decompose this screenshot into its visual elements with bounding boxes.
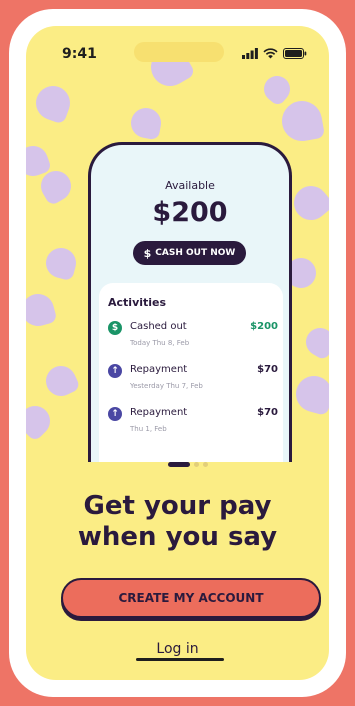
system-icons	[242, 46, 307, 60]
activity-amount: $70	[257, 364, 278, 375]
heart-decoration-icon	[291, 371, 329, 417]
wifi-icon	[263, 44, 278, 63]
heart-decoration-icon	[258, 70, 296, 108]
activity-label: Repayment	[130, 407, 188, 418]
pagination-indicator	[168, 462, 208, 467]
login-link[interactable]: Log in	[26, 641, 329, 657]
cellular-signal-icon	[242, 44, 258, 63]
list-item: ↑ Repayment Yesterday Thu 7, Feb $70	[108, 364, 278, 398]
heart-decoration-icon	[26, 290, 58, 330]
activities-panel: Activities $ Cashed out Today Thu 8, Feb…	[99, 283, 283, 462]
heart-decoration-icon	[300, 322, 329, 362]
heart-decoration-icon	[26, 399, 57, 443]
dollar-icon: $	[108, 321, 122, 335]
headline: Get your pay when you say	[26, 491, 329, 553]
activity-amount: $200	[250, 321, 278, 332]
activity-label: Repayment	[130, 364, 188, 375]
heart-decoration-icon	[278, 97, 326, 145]
heart-decoration-icon	[128, 105, 164, 141]
activity-date: Yesterday Thu 7, Feb	[130, 382, 203, 390]
activity-date: Today Thu 8, Feb	[130, 339, 190, 347]
activities-title: Activities	[108, 296, 167, 309]
cash-out-label: CASH OUT NOW	[155, 248, 236, 258]
page-dot[interactable]	[194, 462, 199, 467]
page-dot-active[interactable]	[168, 462, 190, 467]
arrow-up-icon: ↑	[108, 364, 122, 378]
heart-decoration-icon	[42, 244, 80, 282]
status-time: 9:41	[62, 46, 97, 62]
home-indicator[interactable]	[136, 658, 224, 661]
available-amount: $200	[152, 197, 228, 228]
create-account-button[interactable]: CREATE MY ACCOUNT	[61, 578, 321, 618]
list-item: $ Cashed out Today Thu 8, Feb $200	[108, 321, 278, 355]
cash-out-button: $ CASH OUT NOW	[133, 241, 246, 265]
camera-notch	[134, 42, 224, 62]
list-item: ↑ Repayment Thu 1, Feb $70	[108, 407, 278, 441]
app-screen: 9:41 Available $200 $ CASH OUT NOW Activ…	[26, 26, 329, 680]
activity-amount: $70	[257, 407, 278, 418]
headline-line-1: Get your pay	[83, 491, 272, 521]
dollar-icon: $	[143, 246, 152, 260]
heart-decoration-icon	[41, 361, 81, 401]
phone-frame: 9:41 Available $200 $ CASH OUT NOW Activ…	[9, 9, 346, 697]
heart-decoration-icon	[287, 179, 329, 227]
activity-label: Cashed out	[130, 321, 187, 332]
page-dot[interactable]	[203, 462, 208, 467]
headline-line-2: when you say	[77, 522, 278, 552]
arrow-up-icon: ↑	[108, 407, 122, 421]
battery-icon	[283, 44, 307, 63]
balance-preview-card: Available $200 $ CASH OUT NOW Activities…	[88, 142, 292, 462]
available-label: Available	[165, 179, 215, 192]
activity-date: Thu 1, Feb	[130, 425, 167, 433]
heart-decoration-icon	[31, 81, 75, 125]
status-bar: 9:41	[26, 26, 329, 70]
